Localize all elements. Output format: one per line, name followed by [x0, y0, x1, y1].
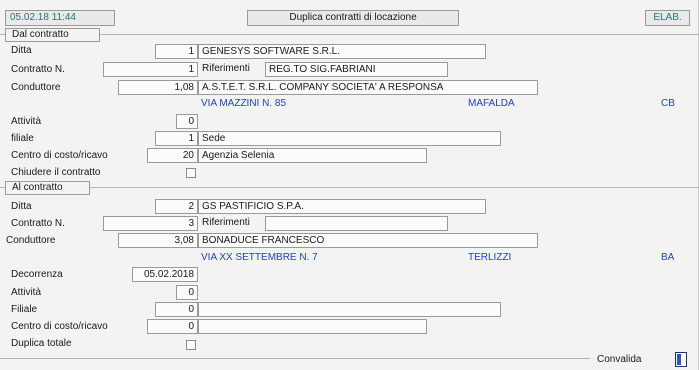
to-attivita-field[interactable]: 0: [176, 285, 198, 300]
window-title: Duplica contratti di locazione: [247, 10, 459, 26]
to-conduttore-code-field[interactable]: 3,08: [118, 233, 198, 248]
to-decorrenza-label: Decorrenza: [11, 269, 63, 280]
to-attivita-label: Attività: [11, 287, 42, 298]
mode-indicator: ELAB.: [645, 10, 690, 26]
to-decorrenza-field[interactable]: 05.02.2018: [132, 267, 198, 282]
from-riferimenti-label: Riferimenti: [202, 63, 250, 74]
to-riferimenti-field[interactable]: [265, 216, 448, 231]
from-ditta-label: Ditta: [11, 45, 32, 56]
to-centro-code-field[interactable]: 0: [147, 319, 198, 334]
to-conduttore-name-field: BONADUCE FRANCESCO: [198, 233, 538, 248]
to-ditta-code-field[interactable]: 2: [155, 199, 198, 214]
to-riferimenti-label: Riferimenti: [202, 217, 250, 228]
datetime-display: 05.02.18 11:44: [5, 10, 115, 26]
to-province: BA: [661, 252, 675, 263]
to-centro-name-field: [198, 319, 427, 334]
to-city: TERLIZZI: [468, 252, 512, 263]
to-contratto-field[interactable]: 3: [103, 216, 198, 231]
section-divider-from: [0, 34, 699, 35]
from-attivita-field[interactable]: 0: [176, 114, 198, 129]
to-filiale-name-field: [198, 302, 501, 317]
from-chiudere-label: Chiudere il contratto: [11, 167, 101, 178]
from-centro-name-field: Agenzia Selenia: [198, 148, 427, 163]
from-conduttore-code-field[interactable]: 1,08: [118, 80, 198, 95]
from-chiudere-checkbox[interactable]: [186, 168, 196, 178]
section-to-label: Al contratto: [5, 181, 90, 195]
to-ditta-name-field: GS PASTIFICIO S.P.A.: [198, 199, 486, 214]
from-centro-code-field[interactable]: 20: [147, 148, 198, 163]
to-filiale-label: Filiale: [11, 304, 38, 315]
from-filiale-code-field[interactable]: 1: [155, 131, 198, 146]
from-contratto-label: Contratto N.: [11, 64, 65, 75]
from-conduttore-label: Conduttore: [11, 82, 61, 93]
from-riferimenti-field[interactable]: REG.TO SIG.FABRIANI: [265, 62, 448, 77]
from-ditta-name-field: GENESYS SOFTWARE S.R.L.: [198, 44, 486, 59]
from-city: MAFALDA: [468, 98, 515, 109]
to-contratto-label: Contratto N.: [11, 218, 65, 229]
from-address: VIA MAZZINI N. 85: [201, 98, 287, 109]
from-conduttore-name-field: A.S.T.E.T. S.R.L. COMPANY SOCIETA' A RES…: [198, 80, 538, 95]
to-filiale-code-field[interactable]: 0: [155, 302, 198, 317]
from-province: CB: [661, 98, 675, 109]
to-centro-label: Centro di costo/ricavo: [11, 321, 108, 332]
from-contratto-field[interactable]: 1: [103, 62, 198, 77]
to-address: VIA XX SETTEMBRE N. 7: [201, 252, 318, 263]
footer-divider: [0, 358, 590, 359]
section-divider-to: [0, 187, 699, 188]
from-filiale-name-field: Sede: [198, 131, 501, 146]
section-from-label: Dal contratto: [5, 28, 100, 42]
convalida-button[interactable]: [675, 352, 687, 367]
convalida-label: Convalida: [597, 354, 642, 365]
from-ditta-code-field[interactable]: 1: [155, 44, 198, 59]
from-filiale-label: filiale: [11, 133, 34, 144]
from-attivita-label: Attività: [11, 116, 42, 127]
to-duplica-checkbox[interactable]: [186, 340, 196, 350]
to-duplica-label: Duplica totale: [11, 338, 72, 349]
to-ditta-label: Ditta: [11, 201, 32, 212]
to-conduttore-label: Conduttore: [6, 235, 56, 246]
from-centro-label: Centro di costo/ricavo: [11, 150, 108, 161]
convalida-icon: [677, 354, 681, 365]
